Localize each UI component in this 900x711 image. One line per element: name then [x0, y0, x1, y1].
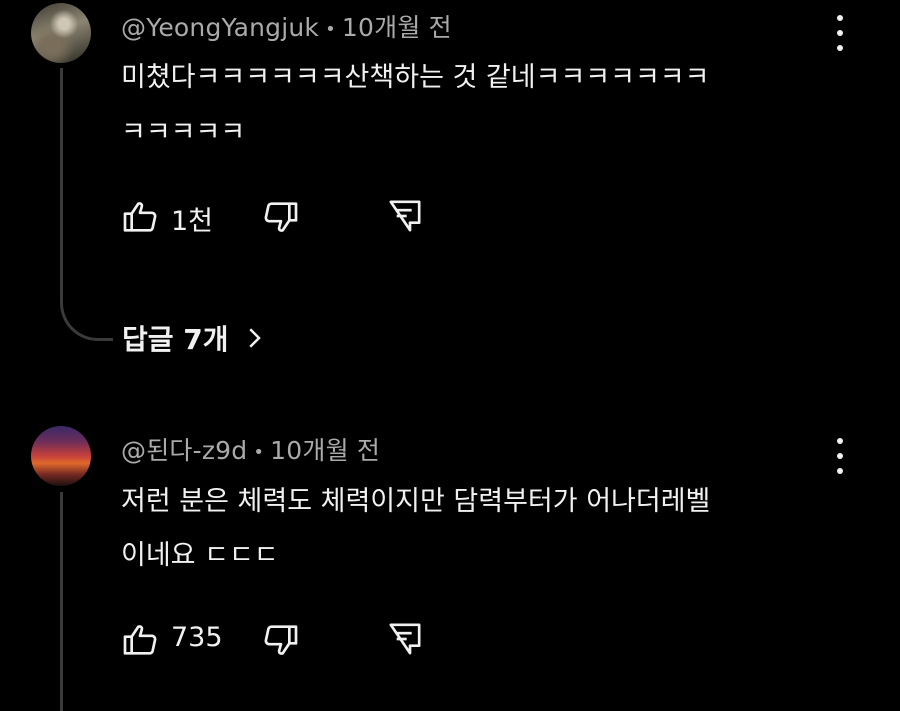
- more-vert-icon: [837, 438, 843, 444]
- more-options-button[interactable]: [832, 15, 848, 51]
- thread-line: [60, 68, 63, 286]
- thread-line: [60, 492, 63, 711]
- reply-icon: [389, 623, 421, 655]
- author-name[interactable]: @된다-z9d: [121, 436, 247, 465]
- more-options-button[interactable]: [832, 438, 848, 474]
- like-count: 735: [171, 622, 223, 653]
- view-replies-button[interactable]: 답글 7개: [122, 318, 269, 358]
- thumbs-down-icon: [264, 625, 298, 655]
- reply-button[interactable]: [385, 196, 425, 236]
- author-avatar[interactable]: [31, 426, 91, 486]
- separator-dot: •: [325, 18, 336, 40]
- thumbs-up-icon: [123, 202, 157, 232]
- more-vert-icon: [837, 15, 843, 21]
- comment-text-line: 미쳤다ㅋㅋㅋㅋㅋㅋ산책하는 것 같네ㅋㅋㅋㅋㅋㅋㅋ: [121, 62, 710, 93]
- comment-meta: @된다-z9d • 10개월 전: [121, 431, 380, 467]
- like-count: 1천: [171, 206, 214, 237]
- thumbs-up-icon: [123, 625, 157, 655]
- reply-button[interactable]: [385, 619, 425, 659]
- comment-time: 10개월 전: [270, 436, 381, 465]
- replies-label: 답글 7개: [122, 323, 229, 356]
- like-button[interactable]: [120, 620, 160, 660]
- comment-text-line: ㅋㅋㅋㅋㅋ: [121, 117, 246, 148]
- comment-time: 10개월 전: [341, 13, 452, 42]
- author-name[interactable]: @YeongYangjuk: [121, 13, 319, 42]
- comment-meta: @YeongYangjuk • 10개월 전: [121, 8, 452, 44]
- chevron-right-icon: [248, 328, 261, 348]
- thread-curve: [60, 285, 113, 341]
- dislike-button[interactable]: [261, 620, 301, 660]
- dislike-button[interactable]: [261, 197, 301, 237]
- thumbs-down-icon: [264, 202, 298, 232]
- author-avatar[interactable]: [31, 3, 91, 63]
- reply-icon: [389, 200, 421, 232]
- like-button[interactable]: [120, 197, 160, 237]
- comment-text-line: 이네요 ㄷㄷㄷ: [121, 540, 279, 571]
- separator-dot: •: [253, 441, 265, 463]
- comment-text-line: 저런 분은 체력도 체력이지만 담력부터가 어나더레벨: [121, 486, 711, 517]
